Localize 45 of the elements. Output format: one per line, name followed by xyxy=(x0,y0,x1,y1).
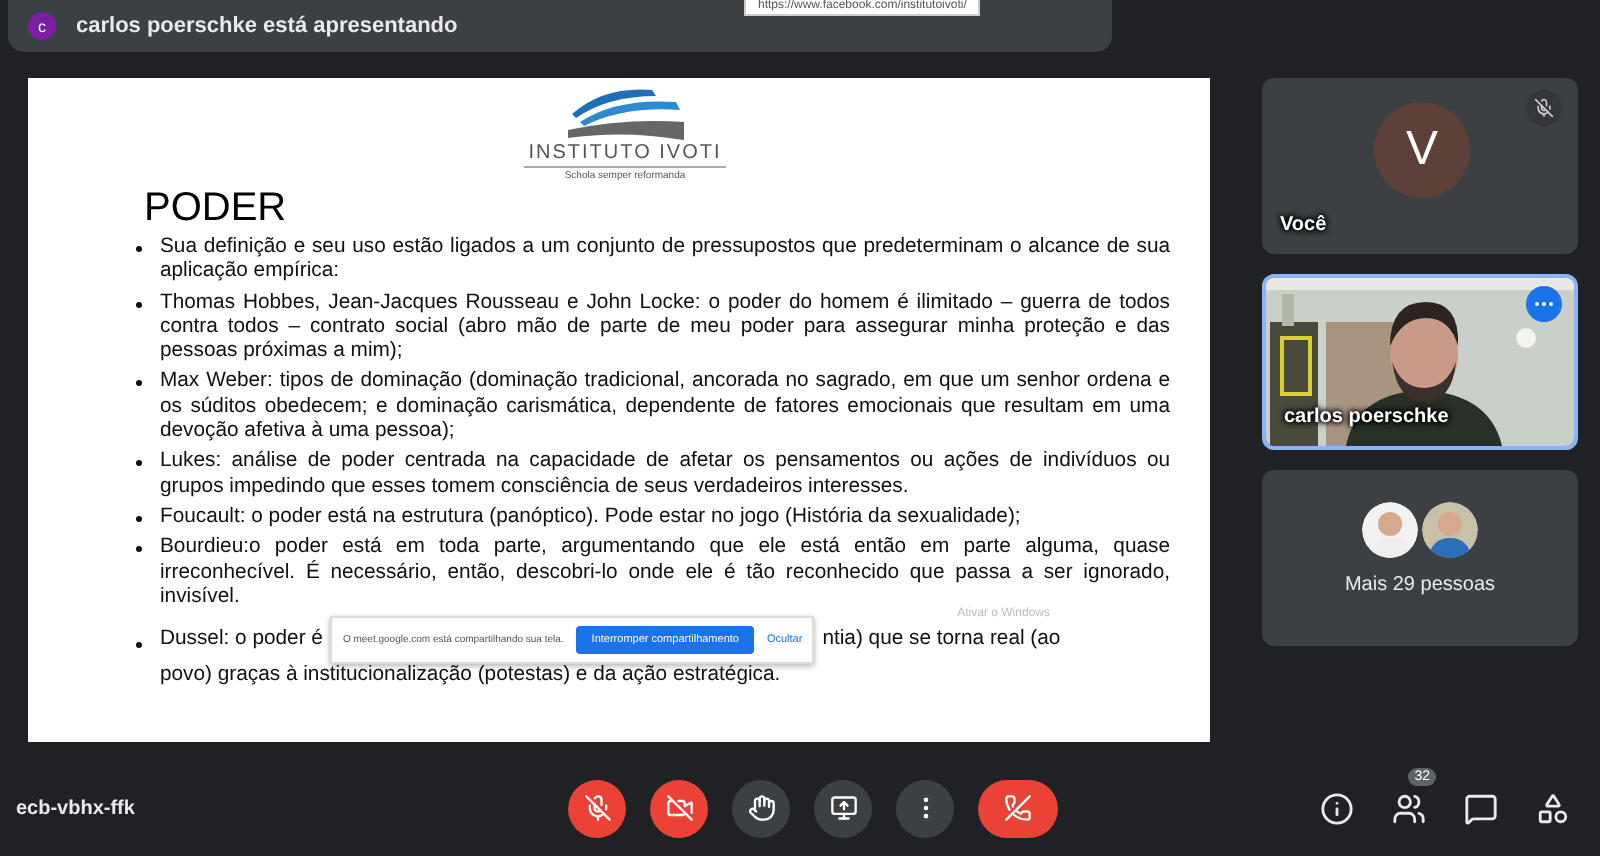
camera-off-icon xyxy=(665,794,693,822)
bullet-dot xyxy=(136,380,142,387)
bullet-text: Lukes: análise de poder centrada na capacidade de afetar os pensamentos ou ações de indivíduos ou grupos impedindo que esses tomem consciência de seus verdadeiros interesses. xyxy=(160,450,1170,500)
slide-title: PODER xyxy=(144,186,289,232)
bullet-dot xyxy=(136,642,142,649)
bullet-text: Thomas Hobbes, Jean-Jacques Rousseau e John Locke: o poder do homem é ilimitado – guerra de todos contra todos – contrato social (abro mão de parte de meu poder para assegurar minha proteção e das pessoas próximas a mim); xyxy=(160,291,1170,365)
bullet-text: Sua definição e seu uso estão ligados a um conjunto de pressupostos que predeterminam o alcance de sua aplicação empírica: xyxy=(160,236,1170,286)
bullet-dot xyxy=(136,546,142,553)
bullet-text: Bourdieu:o poder está em toda parte, argumentando que ele está então em parte alguma, quase irreconhecível. É necessário, então, descobri-lo onde ele é tão reconhecido que passa a ser ignorado, invisível. xyxy=(160,536,1170,608)
bullet-text: povo) graças à institucionalização (potestas) e da ação estratégica. xyxy=(160,664,781,689)
bullet-text: Foucault: o poder está na estrutura (panóptico). Pode estar no jogo (História da sexualidade); xyxy=(160,505,1023,531)
participant-name: Você xyxy=(1280,214,1327,236)
people-icon xyxy=(1391,791,1425,825)
participant-tile[interactable]: V Você xyxy=(1262,78,1578,254)
more-participants-tile[interactable]: Mais 29 pessoas xyxy=(1262,470,1578,646)
bullet-dot xyxy=(136,515,142,522)
present-button[interactable] xyxy=(814,779,872,837)
presenting-status: carlos poerschke está apresentando xyxy=(76,14,458,38)
bullet-dot xyxy=(136,460,142,467)
bullet-dot xyxy=(136,246,142,252)
meeting-code: ecb-vbhx-ffk xyxy=(16,797,137,819)
mic-off-icon xyxy=(583,794,611,822)
logo-icon xyxy=(563,86,687,142)
logo-name: INSTITUTO IVOTI xyxy=(524,142,726,168)
bullet-dot xyxy=(136,301,142,308)
bullet-text: ntia) que se torna real (ao xyxy=(822,628,1061,653)
mic-off-icon xyxy=(1534,98,1554,118)
end-call-button[interactable] xyxy=(978,779,1058,837)
participant-avatar xyxy=(1362,502,1418,558)
presenter-avatar: c xyxy=(28,12,56,40)
present-screen-icon xyxy=(829,794,857,822)
shapes-icon xyxy=(1535,791,1569,825)
phone-icon xyxy=(1004,794,1032,822)
info-icon xyxy=(1319,791,1353,825)
bullet-text: Max Weber: tipos de dominação (dominação tradicional, ancorada no sagrado, em que um senhor ordena e os súditos obedecem; e dominação carismática, dependente de fatores emocionais que resultam em uma devoção afetiva à uma pessoa); xyxy=(160,370,1170,445)
camera-button[interactable] xyxy=(650,779,708,837)
hand-icon xyxy=(747,794,775,822)
participant-avatar xyxy=(1422,502,1478,558)
info-button[interactable] xyxy=(1316,788,1356,828)
chat-icon xyxy=(1463,791,1497,825)
user-avatar: V xyxy=(1374,102,1470,198)
more-participants-label: Mais 29 pessoas xyxy=(1342,574,1498,596)
microphone-button[interactable] xyxy=(568,779,626,837)
raise-hand-button[interactable] xyxy=(732,779,790,837)
bullet-text: Dussel: o poder é xyxy=(160,628,323,653)
